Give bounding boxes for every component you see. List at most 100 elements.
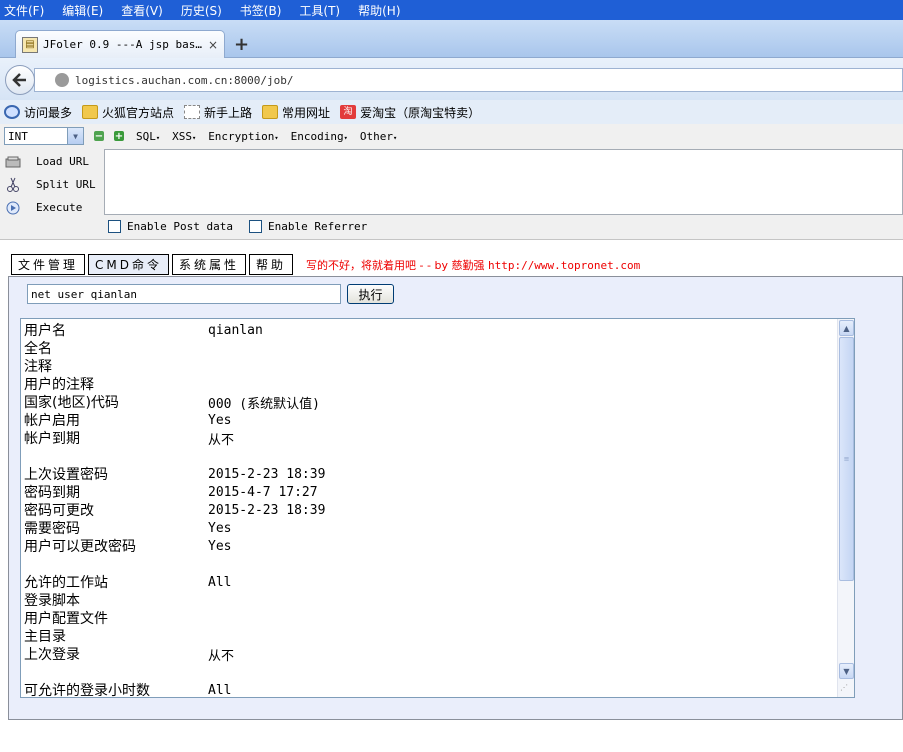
output-key: 用户可以更改密码: [24, 539, 136, 555]
menu-file[interactable]: 文件(F): [4, 2, 44, 19]
plus-icon[interactable]: +: [114, 131, 124, 142]
output-line: 上次设置密码 2015-2-23 18:39: [24, 465, 834, 484]
command-input[interactable]: net user qianlan: [27, 284, 341, 304]
browser-tab[interactable]: ▤ JFoler 0.9 ---A jsp bas… ×: [15, 30, 225, 58]
tab-cmd[interactable]: CMD命令: [88, 254, 169, 275]
load-url-label: Load URL: [36, 155, 89, 168]
output-value: 从不: [208, 432, 235, 448]
execute-button[interactable]: Execute: [0, 196, 100, 219]
scroll-down-icon[interactable]: ▼: [839, 663, 854, 679]
output-value: 000 (系统默认值): [208, 396, 320, 412]
enable-post-label: Enable Post data: [127, 220, 233, 233]
globe-icon: [55, 73, 69, 87]
url-text[interactable]: logistics.auchan.com.cn:8000/job/: [75, 74, 294, 87]
credit-text: 写的不好，将就着用吧 - - by 慈勤强 http://www.toprone…: [306, 258, 641, 272]
command-output[interactable]: 用户名 qianlan 全名注释用户的注释国家(地区)代码 000 (系统默认值) 帐户…: [20, 318, 855, 698]
output-scrollbar[interactable]: ▲ ≡ ▼: [837, 319, 854, 697]
minus-icon[interactable]: −: [94, 131, 104, 142]
folder-icon: [262, 105, 279, 119]
output-value: All: [208, 574, 232, 590]
tab-close-icon[interactable]: ×: [208, 38, 218, 52]
output-key: 注释: [24, 359, 52, 375]
menu-other[interactable]: Other▾: [360, 130, 397, 143]
menu-help[interactable]: 帮助(H): [358, 2, 400, 19]
folder-icon: [82, 105, 99, 119]
int-select[interactable]: INT ▼: [4, 127, 84, 145]
bookmark-taobao[interactable]: 淘 爱淘宝（原淘宝特卖）: [340, 104, 480, 121]
credit-url[interactable]: http://www.topronet.com: [488, 259, 640, 272]
output-key: 全名: [24, 341, 52, 357]
tab-file-manager[interactable]: 文件管理: [11, 254, 86, 275]
output-key: 用户名: [24, 323, 66, 339]
jfolder-tabs: 文件管理 CMD命令 系统属性 帮助 写的不好，将就着用吧 - - by 慈勤强…: [11, 254, 640, 275]
output-key: 国家(地区)代码: [24, 395, 119, 411]
bookmark-label: 常用网址: [282, 105, 331, 120]
hackbar-toolbar: INT ▼ − + SQL▾ XSS▾ Encryption▾ Encoding…: [0, 126, 903, 146]
chevron-down-icon: ▼: [67, 128, 83, 144]
bookmarks-bar: 访问最多 火狐官方站点 新手上路 常用网址 淘 爱淘宝（原淘宝特卖）: [0, 100, 903, 124]
new-tab-button[interactable]: +: [234, 34, 249, 55]
bookmark-getting-started[interactable]: 新手上路: [184, 104, 252, 121]
enable-post-checkbox[interactable]: [108, 220, 121, 233]
execute-command-button[interactable]: 执行: [347, 284, 394, 304]
scroll-thumb[interactable]: ≡: [839, 337, 854, 581]
menu-bookmarks[interactable]: 书签(B): [240, 2, 282, 19]
taobao-icon: 淘: [340, 105, 357, 119]
resize-grip-icon[interactable]: ⋰: [840, 683, 852, 695]
enable-referrer-label: Enable Referrer: [267, 220, 368, 233]
bookmark-common-sites[interactable]: 常用网址: [262, 104, 330, 121]
menu-xss[interactable]: XSS▾: [172, 130, 196, 143]
output-line: 帐户到期 从不: [24, 429, 834, 448]
output-line: 允许的工作站 All: [24, 573, 834, 592]
output-line: 可允许的登录小时数 All: [24, 681, 834, 698]
menu-encryption[interactable]: Encryption▾: [208, 130, 278, 143]
menu-history[interactable]: 历史(S): [181, 2, 222, 19]
output-value: 2015-2-23 18:39: [208, 502, 326, 518]
output-value: All: [208, 682, 232, 698]
output-line: 上次登录 从不: [24, 645, 834, 664]
output-line: 登录脚本: [24, 591, 834, 609]
output-line: 注释: [24, 357, 834, 375]
page-favicon-icon: ▤: [22, 36, 38, 53]
output-key: 密码到期: [24, 485, 80, 501]
output-value: qianlan: [208, 322, 263, 338]
output-line: 密码到期 2015-4-7 17:27: [24, 483, 834, 502]
scroll-up-icon[interactable]: ▲: [839, 320, 854, 336]
tab-help[interactable]: 帮助: [249, 254, 294, 275]
bookmark-firefox-site[interactable]: 火狐官方站点: [82, 104, 174, 121]
bookmark-label: 访问最多: [24, 105, 73, 120]
bookmark-most-visited[interactable]: 访问最多: [4, 104, 72, 121]
load-url-button[interactable]: Load URL: [0, 150, 100, 173]
output-line: 密码可更改 2015-2-23 18:39: [24, 501, 834, 520]
menu-sql[interactable]: SQL▾: [136, 130, 160, 143]
output-line: 用户可以更改密码 Yes: [24, 537, 834, 556]
cmd-panel: net user qianlan 执行 用户名 qianlan 全名注释用户的注释国…: [8, 276, 903, 720]
split-url-button[interactable]: Split URL: [0, 173, 100, 196]
menu-edit[interactable]: 编辑(E): [62, 2, 103, 19]
url-bar[interactable]: logistics.auchan.com.cn:8000/job/: [34, 68, 903, 92]
output-key: 需要密码: [24, 521, 80, 537]
output-key: 帐户到期: [24, 431, 80, 447]
enable-referrer-checkbox[interactable]: [248, 220, 262, 233]
output-key: 上次登录: [24, 647, 80, 663]
tab-system-properties[interactable]: 系统属性: [172, 254, 247, 275]
menu-view[interactable]: 查看(V): [121, 2, 163, 19]
output-key: 登录脚本: [24, 593, 80, 609]
hackbar-options: Enable Post data Enable Referrer: [108, 220, 383, 233]
back-button[interactable]: [5, 65, 35, 95]
output-key: 允许的工作站: [24, 575, 108, 591]
tab-strip: ▤ JFoler 0.9 ---A jsp bas… × +: [0, 20, 903, 58]
page-content: 文件管理 CMD命令 系统属性 帮助 写的不好，将就着用吧 - - by 慈勤强…: [0, 240, 903, 752]
output-line: 主目录: [24, 627, 834, 645]
output-key: 主目录: [24, 629, 66, 645]
scissors-icon: [4, 177, 22, 193]
output-line: 用户配置文件: [24, 609, 834, 627]
bookmark-label: 新手上路: [204, 105, 253, 120]
menu-encoding[interactable]: Encoding▾: [291, 130, 348, 143]
output-value: Yes: [208, 538, 232, 554]
split-url-label: Split URL: [36, 178, 96, 191]
menu-tools[interactable]: 工具(T): [299, 2, 340, 19]
output-key: 用户的注释: [24, 377, 94, 393]
url-textarea[interactable]: [104, 149, 903, 215]
